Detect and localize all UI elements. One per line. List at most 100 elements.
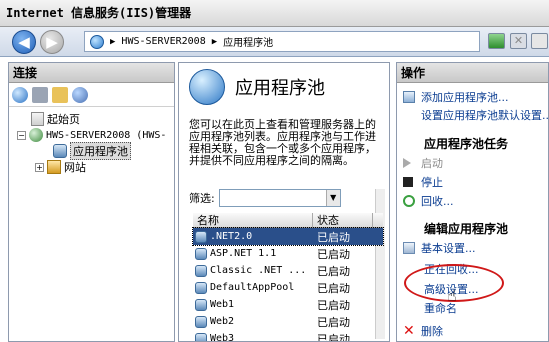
action-label: 回收...: [421, 195, 454, 208]
tree-label: 起始页: [47, 113, 80, 126]
row-name: Web2: [210, 316, 235, 327]
row-status: 已启动: [317, 315, 350, 329]
chevron-down-icon[interactable]: ▼: [325, 190, 340, 206]
row-name: ASP.NET 1.1: [210, 248, 277, 259]
start-icon: [403, 158, 411, 168]
app-pools-panel: 应用程序池 您可以在此页上查看和管理服务器上的应用程序池列表。应用程序池与工作进…: [178, 62, 390, 342]
row-status: 已启动: [317, 230, 350, 244]
app-pool-icon: [195, 281, 207, 294]
row-status: 已启动: [317, 332, 350, 342]
pool-tasks-title: 应用程序池任务: [424, 137, 509, 151]
row-status: 已启动: [317, 264, 350, 278]
address-path[interactable]: ▶ HWS-SERVER2008 ▶ 应用程序池: [84, 31, 480, 52]
address-bar-area: ◀ ▶ ▶ HWS-SERVER2008 ▶ 应用程序池 ✕: [0, 27, 549, 57]
collapse-toggle[interactable]: −: [17, 130, 26, 140]
back-button[interactable]: ◀: [12, 30, 36, 54]
back-arrow-icon: ◀: [18, 33, 30, 51]
tree-item-sites[interactable]: + 网站: [35, 159, 86, 175]
start-action: 启动: [403, 155, 443, 171]
forward-button[interactable]: ▶: [40, 30, 64, 54]
row-name: Web3: [210, 333, 235, 342]
action-label: 删除: [421, 325, 443, 338]
action-label: 基本设置...: [421, 242, 476, 255]
filter-input[interactable]: ▼: [218, 189, 341, 207]
forward-arrow-icon: ▶: [46, 33, 58, 51]
site-icon: [47, 160, 61, 174]
table-row[interactable]: .NET2.0 已启动: [192, 227, 384, 246]
row-status: 已启动: [317, 281, 350, 295]
filter-bar: 筛选: ▼: [189, 189, 341, 207]
connections-toolbar: [9, 83, 174, 107]
filter-label: 筛选:: [189, 192, 215, 205]
app-pool-icon: [195, 247, 207, 260]
recycle-icon: [403, 195, 415, 207]
table-header: 名称 状态: [193, 213, 383, 228]
column-status[interactable]: 状态: [313, 213, 373, 227]
stop-icon[interactable]: ✕: [510, 33, 527, 49]
path-page[interactable]: 应用程序池: [223, 34, 273, 49]
add-pool-icon: [403, 91, 415, 103]
connect-icon[interactable]: [72, 86, 88, 103]
table-row[interactable]: ASP.NET 1.1 已启动: [193, 245, 383, 262]
connect-globe-icon[interactable]: [12, 86, 28, 103]
delete-action[interactable]: ✕ 删除: [403, 323, 443, 339]
connections-header: 连接: [9, 63, 174, 83]
globe-icon: [90, 34, 104, 49]
server-icon: [29, 128, 43, 142]
table-row[interactable]: Classic .NET ... 已启动: [193, 262, 383, 279]
table-row[interactable]: Web2 已启动: [193, 313, 383, 330]
app-pool-icon: [195, 315, 207, 328]
folder-icon[interactable]: [52, 86, 68, 103]
feature-header: 应用程序池: [189, 69, 325, 105]
stop-square-icon: [403, 177, 413, 187]
start-page-icon: [31, 112, 44, 126]
action-label: 启动: [421, 157, 443, 170]
tree-item-start-page[interactable]: 起始页: [31, 111, 80, 127]
window-title: Internet 信息服务(IIS)管理器: [0, 0, 549, 27]
delete-x-icon: ✕: [403, 323, 415, 339]
row-name: Web1: [210, 299, 235, 310]
set-defaults-action[interactable]: 设置应用程序池默认设置...: [421, 107, 549, 123]
path-separator: ▶: [211, 36, 218, 47]
column-name[interactable]: 名称: [193, 213, 313, 227]
app-pool-icon: [195, 264, 207, 277]
recycle-action[interactable]: 回收...: [403, 193, 454, 209]
save-icon[interactable]: [32, 86, 48, 103]
tree-label: 应用程序池: [70, 142, 131, 160]
app-pool-icon: [195, 332, 207, 341]
page-description: 您可以在此页上查看和管理服务器上的应用程序池列表。应用程序池与工作进程相关联，包…: [189, 118, 376, 167]
path-server[interactable]: HWS-SERVER2008: [121, 36, 205, 47]
home-icon[interactable]: [531, 33, 548, 49]
connections-panel: 连接 起始页 − HWS-SERVER2008 (HWS- 应用程序池 + 网站: [8, 62, 175, 342]
refresh-icon[interactable]: [488, 33, 505, 49]
hand-cursor-icon: ☝: [447, 286, 457, 305]
app-pool-icon: [195, 230, 207, 243]
basic-settings-action[interactable]: 基本设置...: [403, 240, 476, 256]
tree-label: 网站: [64, 161, 86, 174]
table-row[interactable]: DefaultAppPool 已启动: [193, 279, 383, 296]
app-pool-icon: [53, 144, 67, 158]
actions-header: 操作: [397, 63, 548, 83]
action-label: 设置应用程序池默认设置...: [421, 109, 549, 122]
tree-label: HWS-SERVER2008 (HWS-: [46, 129, 167, 141]
tree-item-app-pools[interactable]: 应用程序池: [53, 142, 131, 160]
row-name: Classic .NET ...: [210, 265, 307, 276]
add-pool-action[interactable]: 添加应用程序池...: [403, 89, 509, 105]
tree-item-server[interactable]: − HWS-SERVER2008 (HWS-: [17, 127, 166, 143]
row-status: 已启动: [317, 247, 350, 261]
app-pool-icon: [195, 298, 207, 311]
table-row[interactable]: Web1 已启动: [193, 296, 383, 313]
app-pool-table: 名称 状态 .NET2.0 已启动 ASP.NET 1.1 已启动 Classi…: [192, 213, 384, 342]
basic-settings-icon: [403, 242, 415, 254]
row-name: .NET2.0: [210, 231, 253, 242]
stop-action[interactable]: 停止: [403, 174, 443, 190]
action-label: 停止: [421, 176, 443, 189]
page-title: 应用程序池: [235, 78, 325, 99]
expand-toggle[interactable]: +: [35, 162, 44, 172]
edit-pool-title: 编辑应用程序池: [424, 222, 509, 236]
app-pool-large-icon: [189, 69, 225, 105]
connections-tree: 起始页 − HWS-SERVER2008 (HWS- 应用程序池 + 网站: [9, 107, 174, 337]
row-name: DefaultAppPool: [210, 282, 295, 293]
table-row[interactable]: Web3 已启动: [193, 330, 383, 342]
path-separator: ▶: [110, 36, 116, 47]
